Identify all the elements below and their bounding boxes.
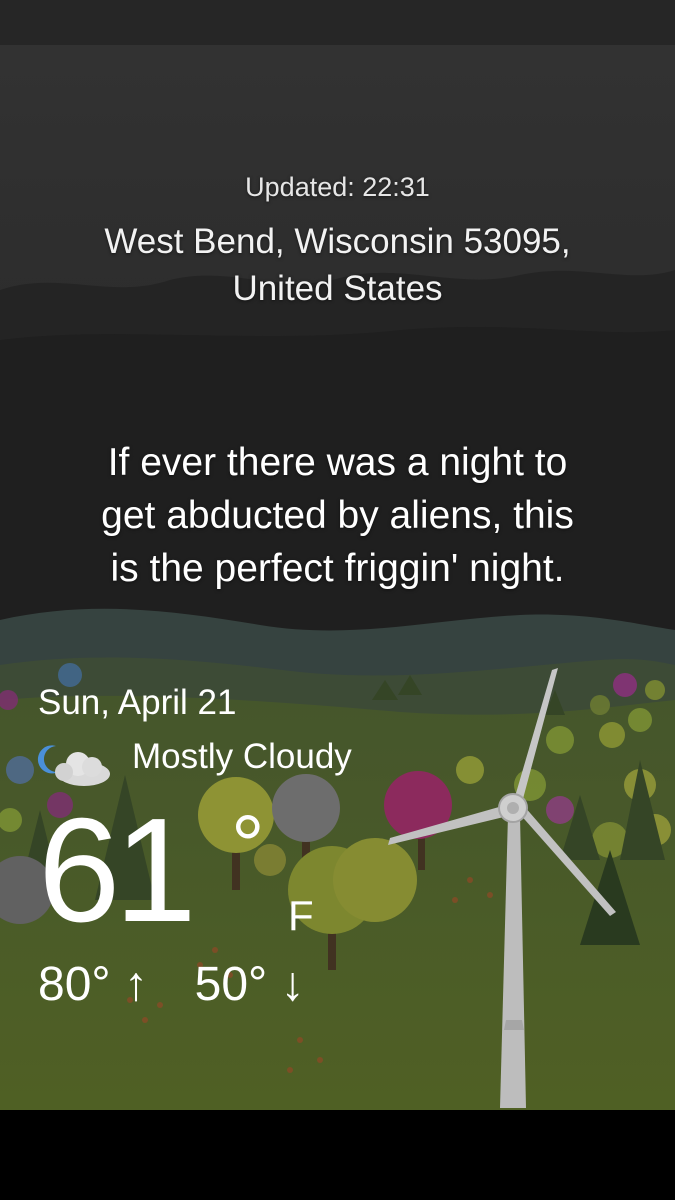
updated-time: Updated: 22:31 bbox=[245, 172, 430, 202]
moon-cloud-icon bbox=[37, 745, 110, 786]
quote-line-1: If ever there was a night to bbox=[107, 441, 568, 484]
quote-line-2: get abducted by aliens, this bbox=[101, 494, 574, 537]
weather-quote: If ever there was a night to get abducte… bbox=[0, 436, 675, 595]
current-temperature: 61 bbox=[38, 788, 197, 953]
quote-line-3: is the perfect friggin' night. bbox=[110, 547, 565, 590]
location-name: West Bend, Wisconsin 53095, United State… bbox=[0, 218, 675, 312]
arrow-up-icon: ↑ bbox=[123, 958, 148, 1011]
location-line-2: United States bbox=[232, 269, 443, 308]
weather-screen: Updated: 22:31 West Bend, Wisconsin 5309… bbox=[0, 0, 675, 1110]
forecast-date: Sun, April 21 bbox=[38, 683, 237, 722]
arrow-down-icon: ↓ bbox=[280, 958, 305, 1011]
bottom-black-bar bbox=[0, 1110, 675, 1200]
high-temperature: 80° bbox=[38, 958, 111, 1011]
temperature-unit: F bbox=[288, 892, 314, 939]
high-low-temperatures: 80° ↑ 50° ↓ bbox=[38, 957, 305, 1012]
location-line-1: West Bend, Wisconsin 53095, bbox=[104, 222, 571, 261]
condition-label: Mostly Cloudy bbox=[132, 737, 352, 776]
low-temperature: 50° bbox=[194, 958, 268, 1011]
degree-symbol: ° bbox=[231, 798, 265, 892]
